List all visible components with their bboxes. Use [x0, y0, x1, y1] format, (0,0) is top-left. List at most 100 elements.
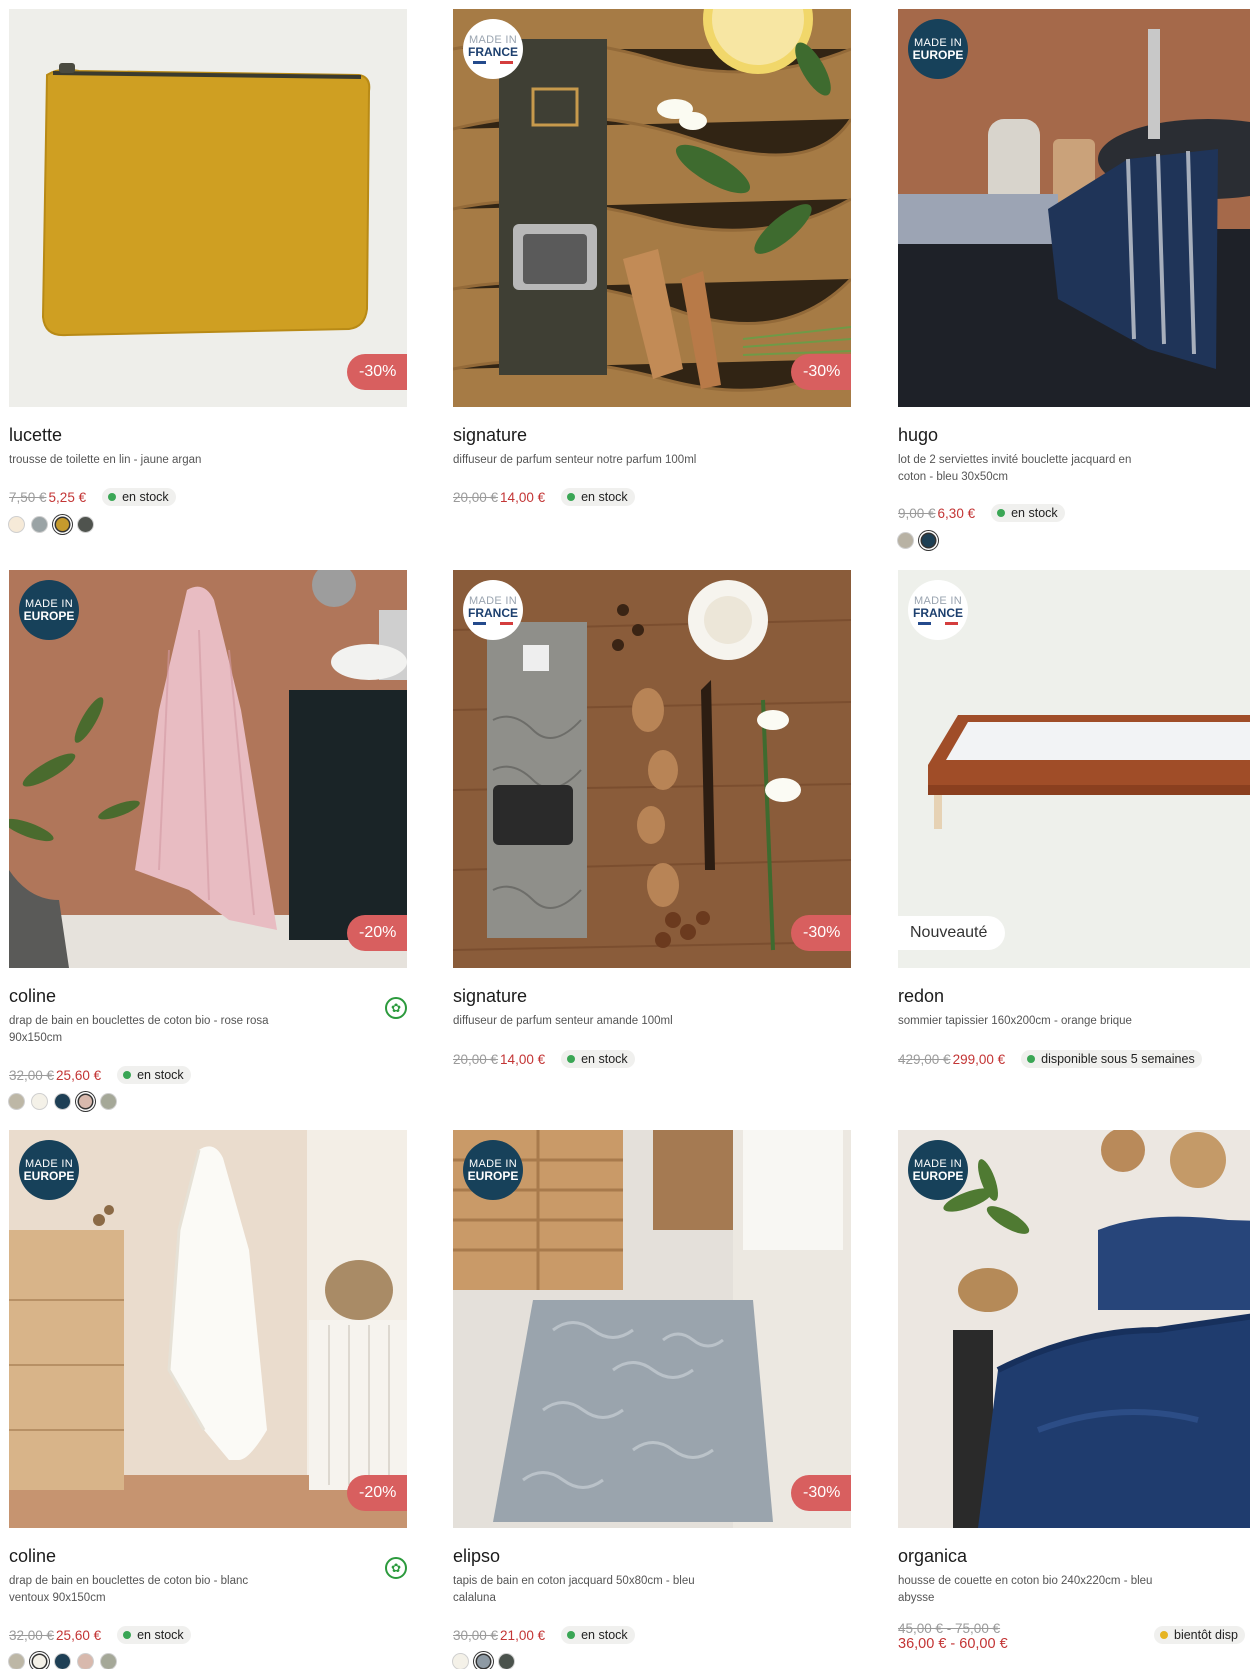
- stock-status: en stock: [561, 1626, 635, 1644]
- product-card[interactable]: MADE IN EUROPE -20% coline ✿ drap de bai…: [9, 570, 407, 1109]
- product-name[interactable]: organica: [898, 1546, 967, 1567]
- price-row: 32,00 € 25,60 € en stock: [9, 1066, 191, 1084]
- product-card[interactable]: MADE IN EUROPE hugo lot de 2 serviettes …: [898, 9, 1250, 548]
- color-swatch-selected[interactable]: [922, 534, 935, 547]
- old-price: 32,00 €: [9, 1067, 55, 1083]
- product-card[interactable]: -30% lucette trousse de toilette en lin …: [9, 9, 407, 532]
- color-swatches: [9, 517, 101, 532]
- organic-cotton-icon: ✿: [385, 997, 407, 1019]
- product-name[interactable]: coline: [9, 986, 56, 1007]
- made-in-europe-badge: MADE IN EUROPE: [19, 580, 79, 640]
- color-swatch[interactable]: [55, 1654, 70, 1669]
- product-card[interactable]: MADE IN FRANCE -30% signature diffuseur …: [453, 9, 851, 506]
- color-swatch[interactable]: [55, 1094, 70, 1109]
- organic-cotton-icon: ✿: [385, 1557, 407, 1579]
- product-image[interactable]: MADE IN EUROPE: [898, 1130, 1250, 1528]
- badge-line2: EUROPE: [23, 609, 75, 623]
- product-card[interactable]: MADE IN EUROPE -30% elipso tapis de bain…: [453, 1130, 851, 1669]
- product-card[interactable]: MADE IN EUROPE organica housse de couett…: [898, 1130, 1250, 1652]
- sale-price: 6,30 €: [937, 505, 976, 521]
- stock-status: en stock: [117, 1066, 191, 1084]
- product-name[interactable]: hugo: [898, 425, 938, 446]
- made-in-europe-badge: MADE IN EUROPE: [908, 19, 968, 79]
- color-swatch[interactable]: [898, 533, 913, 548]
- stock-dot-icon: [108, 493, 117, 501]
- french-flag-icon: [918, 622, 958, 625]
- product-name[interactable]: lucette: [9, 425, 62, 446]
- made-in-europe-badge: MADE IN EUROPE: [19, 1140, 79, 1200]
- sale-price: 21,00 €: [500, 1627, 546, 1643]
- stock-status: en stock: [102, 488, 176, 506]
- color-swatch-selected[interactable]: [56, 518, 69, 531]
- color-swatch-selected[interactable]: [477, 1655, 490, 1668]
- stock-dot-icon: [567, 1631, 576, 1639]
- price-range: 45,00 € - 75,00 € 36,00 € - 60,00 €: [898, 1621, 1008, 1652]
- product-card[interactable]: MADE IN FRANCE -30% signature diffuseur …: [453, 570, 851, 1068]
- product-name[interactable]: signature: [453, 986, 527, 1007]
- product-name[interactable]: elipso: [453, 1546, 500, 1567]
- sale-price: 25,60 €: [56, 1067, 102, 1083]
- stock-status: en stock: [117, 1626, 191, 1644]
- old-price: 9,00 €: [898, 505, 936, 521]
- old-price: 429,00 €: [898, 1051, 951, 1067]
- color-swatch-selected[interactable]: [33, 1655, 46, 1668]
- color-swatch[interactable]: [9, 1654, 24, 1669]
- color-swatch-selected[interactable]: [79, 1095, 92, 1108]
- price-row: 32,00 € 25,60 € en stock: [9, 1626, 191, 1644]
- made-in-france-badge: MADE IN FRANCE: [463, 19, 523, 79]
- product-image[interactable]: MADE IN FRANCE -30%: [453, 9, 851, 407]
- product-description: tapis de bain en coton jacquard 50x80cm …: [453, 1575, 695, 1604]
- price-row: 20,00 € 14,00 € en stock: [453, 1050, 635, 1068]
- product-name[interactable]: signature: [453, 425, 527, 446]
- stock-dot-icon: [1160, 1631, 1168, 1639]
- stock-dot-icon: [567, 1055, 576, 1063]
- product-image[interactable]: MADE IN FRANCE Nouveauté: [898, 570, 1250, 968]
- color-swatch[interactable]: [9, 1094, 24, 1109]
- stock-label: en stock: [122, 490, 169, 504]
- color-swatch[interactable]: [101, 1654, 116, 1669]
- pouch-image: [9, 9, 407, 407]
- sale-price: 36,00 € - 60,00 €: [898, 1636, 1008, 1652]
- color-swatches: [9, 1094, 124, 1109]
- product-description: drap de bain en bouclettes de coton bio …: [9, 1015, 269, 1044]
- french-flag-icon: [473, 61, 513, 64]
- discount-badge: -30%: [791, 1475, 851, 1511]
- badge-line2: EUROPE: [912, 48, 964, 62]
- stock-dot-icon: [123, 1071, 132, 1079]
- discount-badge: -30%: [347, 354, 407, 390]
- product-name[interactable]: redon: [898, 986, 944, 1007]
- product-card[interactable]: MADE IN FRANCE Nouveauté redon sommier t…: [898, 570, 1250, 1068]
- product-image[interactable]: MADE IN EUROPE -30%: [453, 1130, 851, 1528]
- sale-price: 5,25 €: [48, 489, 87, 505]
- color-swatch[interactable]: [32, 517, 47, 532]
- color-swatch[interactable]: [9, 517, 24, 532]
- color-swatch[interactable]: [78, 1654, 93, 1669]
- made-in-europe-badge: MADE IN EUROPE: [463, 1140, 523, 1200]
- color-swatch[interactable]: [32, 1094, 47, 1109]
- product-image[interactable]: MADE IN FRANCE -30%: [453, 570, 851, 968]
- product-image[interactable]: -30%: [9, 9, 407, 407]
- product-description: trousse de toilette en lin - jaune argan: [9, 454, 202, 466]
- badge-line2: EUROPE: [467, 1169, 519, 1183]
- price-row: 7,50 € 5,25 € en stock: [9, 488, 176, 506]
- product-card[interactable]: MADE IN EUROPE -20% coline ✿ drap de bai…: [9, 1130, 407, 1669]
- product-image[interactable]: MADE IN EUROPE -20%: [9, 570, 407, 968]
- sale-price: 299,00 €: [952, 1051, 1006, 1067]
- color-swatch[interactable]: [453, 1654, 468, 1669]
- color-swatch[interactable]: [78, 517, 93, 532]
- french-flag-icon: [473, 622, 513, 625]
- color-swatches: [898, 533, 944, 548]
- color-swatches: [9, 1654, 124, 1669]
- old-price: 30,00 €: [453, 1627, 499, 1643]
- old-price: 45,00 € - 75,00 €: [898, 1621, 1001, 1636]
- product-image[interactable]: MADE IN EUROPE -20%: [9, 1130, 407, 1528]
- made-in-france-badge: MADE IN FRANCE: [463, 580, 523, 640]
- color-swatch[interactable]: [499, 1654, 514, 1669]
- badge-line2: FRANCE: [913, 606, 963, 620]
- price-row: 429,00 € 299,00 € disponible sous 5 sema…: [898, 1050, 1202, 1068]
- product-image[interactable]: MADE IN EUROPE: [898, 9, 1250, 407]
- stock-dot-icon: [1027, 1055, 1036, 1063]
- discount-badge: -20%: [347, 1475, 407, 1511]
- color-swatch[interactable]: [101, 1094, 116, 1109]
- product-name[interactable]: coline: [9, 1546, 56, 1567]
